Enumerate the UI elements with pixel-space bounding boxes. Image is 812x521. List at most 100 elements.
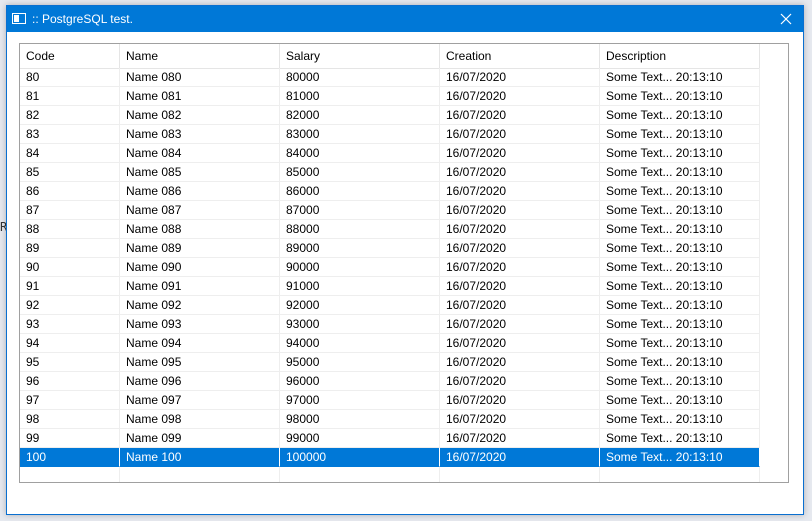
table-cell: 83000 (280, 125, 440, 144)
table-cell: 99000 (280, 429, 440, 448)
table-cell: 16/07/2020 (440, 87, 600, 106)
table-row-empty (20, 467, 760, 482)
table-cell: 16/07/2020 (440, 353, 600, 372)
table-row[interactable]: 90 Name 090 90000 16/07/2020 Some Text... 20… (20, 258, 760, 277)
table-cell: 99 (20, 429, 120, 448)
column-header-description[interactable]: Description (600, 44, 760, 68)
table-cell: Some Text... 20:13:10 (600, 334, 760, 353)
table-cell: 16/07/2020 (440, 448, 600, 467)
column-header-salary[interactable]: Salary (280, 44, 440, 68)
table-cell-empty (280, 467, 440, 482)
table-cell: Some Text... 20:13:10 (600, 182, 760, 201)
table-row[interactable]: 85 Name 085 85000 16/07/2020 Some Text... 20… (20, 163, 760, 182)
table-cell: 94000 (280, 334, 440, 353)
table-row[interactable]: 82 Name 082 82000 16/07/2020 Some Text... 20… (20, 106, 760, 125)
table-cell: 94 (20, 334, 120, 353)
table-cell: 97000 (280, 391, 440, 410)
table-cell: Some Text... 20:13:10 (600, 315, 760, 334)
table-cell: 16/07/2020 (440, 182, 600, 201)
grid-header: Code Name Salary Creation Description (20, 44, 760, 69)
table-cell: 16/07/2020 (440, 277, 600, 296)
app-window: :: PostgreSQL test. Code Name Salary Cre… (6, 5, 804, 515)
column-header-name[interactable]: Name (120, 44, 280, 68)
table-cell: Name 082 (120, 106, 280, 125)
table-row[interactable]: 96 Name 096 96000 16/07/2020 Some Text... 20… (20, 372, 760, 391)
table-row[interactable]: 99 Name 099 99000 16/07/2020 Some Text... 20… (20, 429, 760, 448)
table-row[interactable]: 98 Name 098 98000 16/07/2020 Some Text... 20… (20, 410, 760, 429)
table-cell: 96000 (280, 372, 440, 391)
table-cell: 95 (20, 353, 120, 372)
grid-body: 80 Name 080 80000 16/07/2020 Some Text... 20… (20, 68, 760, 482)
table-cell: Name 100 (120, 448, 280, 467)
table-cell: Some Text... 20:13:10 (600, 201, 760, 220)
table-row[interactable]: 91 Name 091 91000 16/07/2020 Some Text... 20… (20, 277, 760, 296)
table-cell: 16/07/2020 (440, 334, 600, 353)
table-cell: 84 (20, 144, 120, 163)
table-row[interactable]: 84 Name 084 84000 16/07/2020 Some Text... 20… (20, 144, 760, 163)
table-cell: Some Text... 20:13:10 (600, 448, 760, 467)
table-cell: 16/07/2020 (440, 68, 600, 87)
table-row[interactable]: 95 Name 095 95000 16/07/2020 Some Text... 20… (20, 353, 760, 372)
table-cell: Name 091 (120, 277, 280, 296)
table-row[interactable]: 87 Name 087 87000 16/07/2020 Some Text... 20… (20, 201, 760, 220)
table-row[interactable]: 94 Name 094 94000 16/07/2020 Some Text... 20… (20, 334, 760, 353)
column-header-code[interactable]: Code (20, 44, 120, 68)
app-window-icon (12, 13, 26, 24)
table-cell: 16/07/2020 (440, 315, 600, 334)
table-row[interactable]: 88 Name 088 88000 16/07/2020 Some Text... 20… (20, 220, 760, 239)
table-row[interactable]: 86 Name 086 86000 16/07/2020 Some Text... 20… (20, 182, 760, 201)
table-row[interactable]: 80 Name 080 80000 16/07/2020 Some Text... 20… (20, 68, 760, 87)
table-row[interactable]: 81 Name 081 81000 16/07/2020 Some Text... 20… (20, 87, 760, 106)
table-cell: Some Text... 20:13:10 (600, 410, 760, 429)
table-cell: Some Text... 20:13:10 (600, 106, 760, 125)
table-cell: 16/07/2020 (440, 239, 600, 258)
table-cell: 16/07/2020 (440, 391, 600, 410)
table-cell: 80000 (280, 68, 440, 87)
table-cell: 90000 (280, 258, 440, 277)
table-row[interactable]: 92 Name 092 92000 16/07/2020 Some Text... 20… (20, 296, 760, 315)
table-cell: Some Text... 20:13:10 (600, 296, 760, 315)
table-cell: 90 (20, 258, 120, 277)
table-cell: Name 085 (120, 163, 280, 182)
table-cell: 98 (20, 410, 120, 429)
table-cell: 16/07/2020 (440, 220, 600, 239)
table-row[interactable]: 89 Name 089 89000 16/07/2020 Some Text... 20… (20, 239, 760, 258)
table-cell: Some Text... 20:13:10 (600, 220, 760, 239)
table-cell: 95000 (280, 353, 440, 372)
close-icon (780, 13, 792, 25)
table-cell: 82 (20, 106, 120, 125)
column-header-creation[interactable]: Creation (440, 44, 600, 68)
table-cell: 81000 (280, 87, 440, 106)
table-cell: Some Text... 20:13:10 (600, 353, 760, 372)
table-cell: 100000 (280, 448, 440, 467)
table-row[interactable]: 97 Name 097 97000 16/07/2020 Some Text... 20… (20, 391, 760, 410)
table-cell: 16/07/2020 (440, 372, 600, 391)
table-cell: Name 093 (120, 315, 280, 334)
table-cell: Name 092 (120, 296, 280, 315)
table-cell: 92 (20, 296, 120, 315)
table-cell: Some Text... 20:13:10 (600, 68, 760, 87)
data-grid[interactable]: Code Name Salary Creation Description 80… (19, 43, 789, 483)
table-cell: Name 089 (120, 239, 280, 258)
table-cell: Name 095 (120, 353, 280, 372)
table-cell: Some Text... 20:13:10 (600, 239, 760, 258)
table-cell: Some Text... 20:13:10 (600, 125, 760, 144)
table-cell: 86000 (280, 182, 440, 201)
table-cell: 87 (20, 201, 120, 220)
table-cell: 82000 (280, 106, 440, 125)
table-cell: Some Text... 20:13:10 (600, 277, 760, 296)
table-cell: 88 (20, 220, 120, 239)
table-cell: 93 (20, 315, 120, 334)
table-cell: 91000 (280, 277, 440, 296)
table-row[interactable]: 83 Name 083 83000 16/07/2020 Some Text... 20… (20, 125, 760, 144)
table-row-selected[interactable]: 100 Name 100 100000 16/07/2020 Some Text... … (20, 448, 760, 467)
table-cell: 16/07/2020 (440, 106, 600, 125)
table-cell: Name 081 (120, 87, 280, 106)
table-cell: 85000 (280, 163, 440, 182)
table-cell: Name 088 (120, 220, 280, 239)
table-cell: 88000 (280, 220, 440, 239)
table-row[interactable]: 93 Name 093 93000 16/07/2020 Some Text... 20… (20, 315, 760, 334)
title-bar[interactable]: :: PostgreSQL test. (7, 6, 803, 32)
close-button[interactable] (769, 6, 803, 32)
table-cell: 100 (20, 448, 120, 467)
